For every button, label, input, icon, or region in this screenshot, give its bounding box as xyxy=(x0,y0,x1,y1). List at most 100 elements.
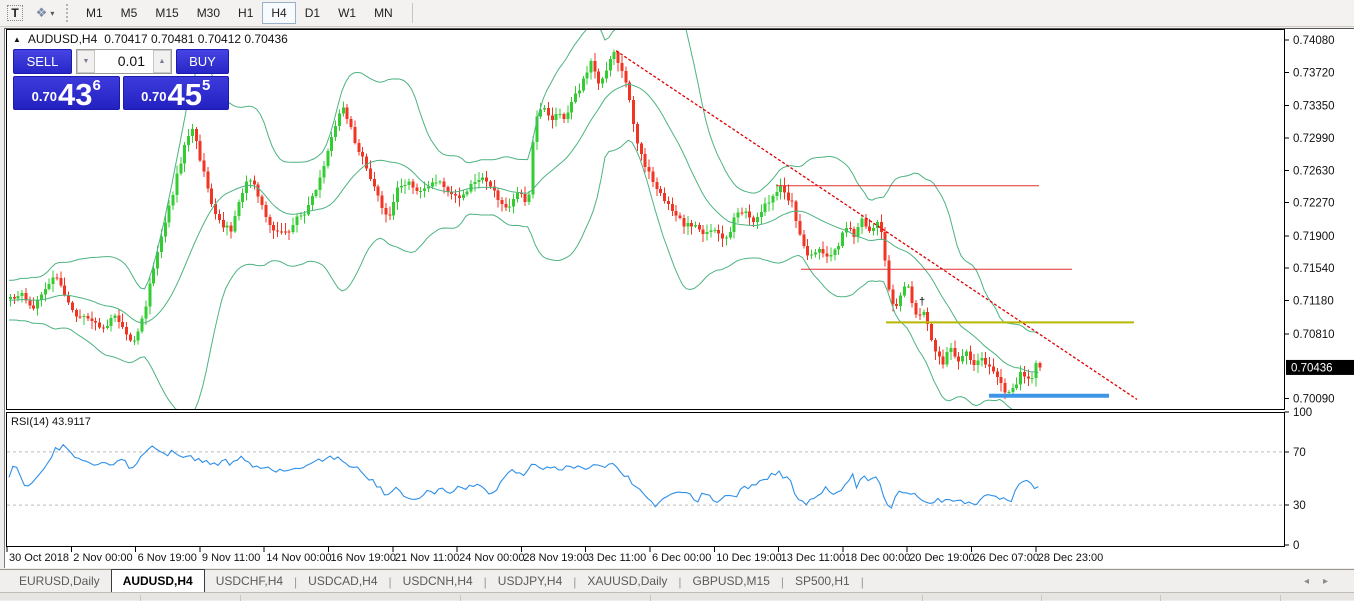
chart-window: † 0.74080 0.73720 0.73350 0.72990 0.72630 0.72… xyxy=(4,28,1354,568)
timeframe-button-m1[interactable]: M1 xyxy=(77,2,112,24)
time-tick-label: 30 Oct 2018 xyxy=(9,552,69,564)
price-tick-label: 0.71180 xyxy=(1293,296,1334,308)
time-tick-label: 21 Nov 11:00 xyxy=(395,552,460,564)
price-tick-label: 0.73720 xyxy=(1293,67,1335,79)
time-tick-label: 26 Dec 07:00 xyxy=(974,552,1039,564)
time-axis[interactable]: 30 Oct 2018 2 Nov 00:00 6 Nov 19:00 9 Nov 1… xyxy=(7,547,1103,564)
time-tick-label: 20 Dec 19:00 xyxy=(909,552,974,564)
dagger-mark: † xyxy=(919,296,925,308)
time-tick-label: 28 Nov 19:00 xyxy=(523,552,588,564)
buy-button[interactable]: BUY xyxy=(176,49,229,74)
price-tick-label: 0.72990 xyxy=(1293,133,1335,145)
tab-audusd-h4[interactable]: AUDUSD,H4 xyxy=(111,569,205,593)
sell-price-box[interactable]: 0.70 43 6 xyxy=(13,76,120,110)
tab-usdcnh-h4[interactable]: USDCNH,H4 xyxy=(392,571,484,592)
price-tick-label: 0.70810 xyxy=(1293,329,1335,341)
timeframe-button-m15[interactable]: M15 xyxy=(146,2,187,24)
sell-button[interactable]: SELL xyxy=(13,49,72,74)
price-tick-label: 0.73350 xyxy=(1293,101,1335,113)
trading-app: T ❖ ▾ M1M5M15M30H1H4D1W1MN † 0.74080 0.737… xyxy=(0,0,1354,600)
chevron-down-icon: ▾ xyxy=(50,9,54,18)
volume-value[interactable]: 0.01 xyxy=(95,50,153,73)
time-tick-label: 3 Dec 11:00 xyxy=(588,552,647,564)
objects-icon: ❖ xyxy=(36,5,48,21)
symbol-header: ▲ AUDUSD,H4 0.70417 0.70481 0.70412 0.70… xyxy=(13,31,288,47)
toolbar: T ❖ ▾ M1M5M15M30H1H4D1W1MN xyxy=(0,0,1354,27)
toolbar-grip[interactable] xyxy=(66,4,71,22)
scroll-left-icon[interactable]: ◂ xyxy=(1304,576,1323,587)
buy-price-prefix: 0.70 xyxy=(141,89,166,104)
ohlc-values: 0.70417 0.70481 0.70412 0.70436 xyxy=(104,32,288,46)
price-chart[interactable]: † 0.74080 0.73720 0.73350 0.72990 0.72630 0.72… xyxy=(5,29,1354,569)
collapse-triangle-icon[interactable]: ▲ xyxy=(13,35,21,44)
buy-price-pip: 5 xyxy=(202,77,210,94)
text-tool-icon: T xyxy=(7,5,22,21)
volume-stepper: ▼ 0.01 ▲ xyxy=(76,49,172,74)
symbol-label: AUDUSD,H4 xyxy=(28,32,97,46)
tab-sp500-h1[interactable]: SP500,H1 xyxy=(784,571,861,592)
status-divider xyxy=(1160,595,1161,601)
timeframe-button-d1[interactable]: D1 xyxy=(296,2,329,24)
tab-separator: | xyxy=(861,575,864,592)
current-price-value: 0.70436 xyxy=(1291,362,1333,374)
timeframe-button-w1[interactable]: W1 xyxy=(329,2,365,24)
price-tick-label: 0.74080 xyxy=(1293,35,1335,47)
tab-usdchf-h4[interactable]: USDCHF,H4 xyxy=(205,571,294,592)
time-tick-label: 10 Dec 19:00 xyxy=(716,552,781,564)
chart-tabs-bar: EURUSD,DailyAUDUSD,H4USDCHF,H4 | USDCAD,H4… xyxy=(0,569,1354,592)
time-tick-label: 24 Nov 00:00 xyxy=(459,552,524,564)
toolbar-separator xyxy=(412,3,413,23)
tab-gbpusd-m15[interactable]: GBPUSD,M15 xyxy=(682,571,781,592)
status-divider xyxy=(240,595,241,601)
timeframe-buttons: M1M5M15M30H1H4D1W1MN xyxy=(77,2,402,24)
tab-eurusd-daily[interactable]: EURUSD,Daily xyxy=(8,571,111,592)
time-tick-label: 18 Dec 00:00 xyxy=(845,552,910,564)
rsi-tick-label: 100 xyxy=(1293,407,1312,419)
sell-price-pip: 6 xyxy=(92,77,100,94)
objects-tool-button[interactable]: ❖ ▾ xyxy=(34,2,56,24)
buy-price-box[interactable]: 0.70 45 5 xyxy=(123,76,230,110)
volume-up-button[interactable]: ▲ xyxy=(153,50,171,73)
scroll-right-icon[interactable]: ▸ xyxy=(1323,576,1342,587)
time-tick-label: 28 Dec 23:00 xyxy=(1038,552,1103,564)
time-tick-label: 6 Nov 19:00 xyxy=(138,552,197,564)
tab-xauusd-daily[interactable]: XAUUSD,Daily xyxy=(576,571,678,592)
price-tick-label: 0.71900 xyxy=(1293,231,1335,243)
timeframe-button-mn[interactable]: MN xyxy=(365,2,402,24)
sell-price-prefix: 0.70 xyxy=(32,89,57,104)
rsi-tick-label: 0 xyxy=(1293,540,1299,552)
timeframe-button-h1[interactable]: H1 xyxy=(229,2,262,24)
timeframe-button-m5[interactable]: M5 xyxy=(112,2,147,24)
time-tick-label: 2 Nov 00:00 xyxy=(73,552,132,564)
time-tick-label: 16 Nov 19:00 xyxy=(331,552,396,564)
rsi-tick-label: 30 xyxy=(1293,500,1306,512)
status-divider xyxy=(1041,595,1042,601)
tab-usdcad-h4[interactable]: USDCAD,H4 xyxy=(297,571,388,592)
time-tick-label: 9 Nov 11:00 xyxy=(202,552,261,564)
text-label-tool-button[interactable]: T xyxy=(4,2,26,24)
time-tick-label: 14 Nov 00:00 xyxy=(266,552,331,564)
time-tick-label: 6 Dec 00:00 xyxy=(652,552,711,564)
rsi-tick-label: 70 xyxy=(1293,447,1306,459)
price-axis[interactable]: 0.74080 0.73720 0.73350 0.72990 0.72630 0.722… xyxy=(1285,35,1354,406)
rsi-label: RSI(14) 43.9117 xyxy=(11,416,91,428)
time-tick-label: 13 Dec 11:00 xyxy=(781,552,846,564)
price-tick-label: 0.72270 xyxy=(1293,198,1335,210)
price-tick-label: 0.72630 xyxy=(1293,165,1335,177)
timeframe-button-m30[interactable]: M30 xyxy=(188,2,229,24)
timeframe-button-h4[interactable]: H4 xyxy=(262,2,295,24)
quote-panel: SELL ▼ 0.01 ▲ BUY 0.70 43 6 0.70 45 5 xyxy=(13,49,229,110)
status-bar xyxy=(0,592,1354,600)
tab-usdjpy-h4[interactable]: USDJPY,H4 xyxy=(487,571,573,592)
status-divider xyxy=(460,595,461,601)
status-divider xyxy=(1280,595,1281,601)
price-tick-label: 0.71540 xyxy=(1293,263,1335,275)
status-divider xyxy=(922,595,923,601)
buy-price-main: 45 xyxy=(167,82,201,108)
sell-price-main: 43 xyxy=(58,82,92,108)
status-divider xyxy=(650,595,651,601)
price-tick-label: 0.70090 xyxy=(1293,394,1335,406)
status-divider xyxy=(140,595,141,601)
tab-scroll-arrows[interactable]: ◂▸ xyxy=(1304,576,1342,587)
volume-down-button[interactable]: ▼ xyxy=(77,50,95,73)
